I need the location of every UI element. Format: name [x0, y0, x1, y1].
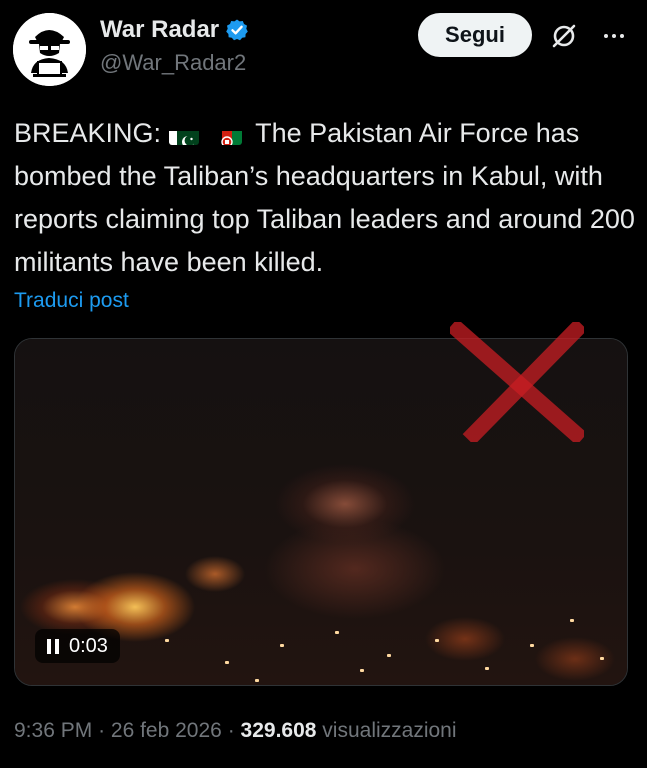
city-light [255, 679, 259, 682]
hacker-avatar-icon[interactable] [13, 13, 86, 86]
post-time[interactable]: 9:36 PM [14, 719, 92, 742]
video-time-indicator[interactable]: 0:03 [35, 629, 120, 663]
tweet-header: War Radar @War_Radar2 Segui [0, 0, 647, 95]
video-elapsed-time: 0:03 [69, 634, 108, 657]
pause-icon[interactable] [47, 638, 59, 654]
city-light [435, 639, 439, 642]
verified-badge-icon[interactable] [225, 18, 249, 42]
grok-icon[interactable] [548, 20, 580, 52]
red-x-mark-icon [450, 322, 584, 442]
more-options-icon[interactable] [596, 20, 632, 52]
city-light [530, 644, 534, 647]
views-count: 329.608 [240, 719, 317, 742]
city-light [225, 661, 229, 664]
meta-separator: · [227, 719, 235, 742]
handle[interactable]: @War_Radar2 [100, 50, 249, 76]
display-name[interactable]: War Radar [100, 16, 219, 44]
follow-button[interactable]: Segui [418, 13, 532, 57]
author-info[interactable]: War Radar @War_Radar2 [100, 16, 249, 76]
city-light [280, 644, 284, 647]
breaking-prefix: BREAKING: [14, 118, 162, 148]
city-light [485, 667, 489, 670]
city-light [360, 669, 364, 672]
tweet-meta: 9:36 PM · 26 feb 2026 · 329.608 visualiz… [14, 719, 457, 743]
city-light [570, 619, 574, 622]
city-light [387, 654, 391, 657]
city-light [165, 639, 169, 642]
city-light [600, 657, 604, 660]
pakistan-flag-icon [168, 123, 199, 145]
afghanistan-flag-icon [212, 123, 243, 145]
post-date[interactable]: 26 feb 2026 [111, 719, 222, 742]
meta-separator: · [98, 719, 106, 742]
tweet-text: BREAKING: The Pakistan Air Force has bom… [14, 112, 639, 284]
translate-post-link[interactable]: Traduci post [14, 289, 129, 313]
views-label: visualizzazioni [322, 719, 457, 742]
city-light [335, 631, 339, 634]
